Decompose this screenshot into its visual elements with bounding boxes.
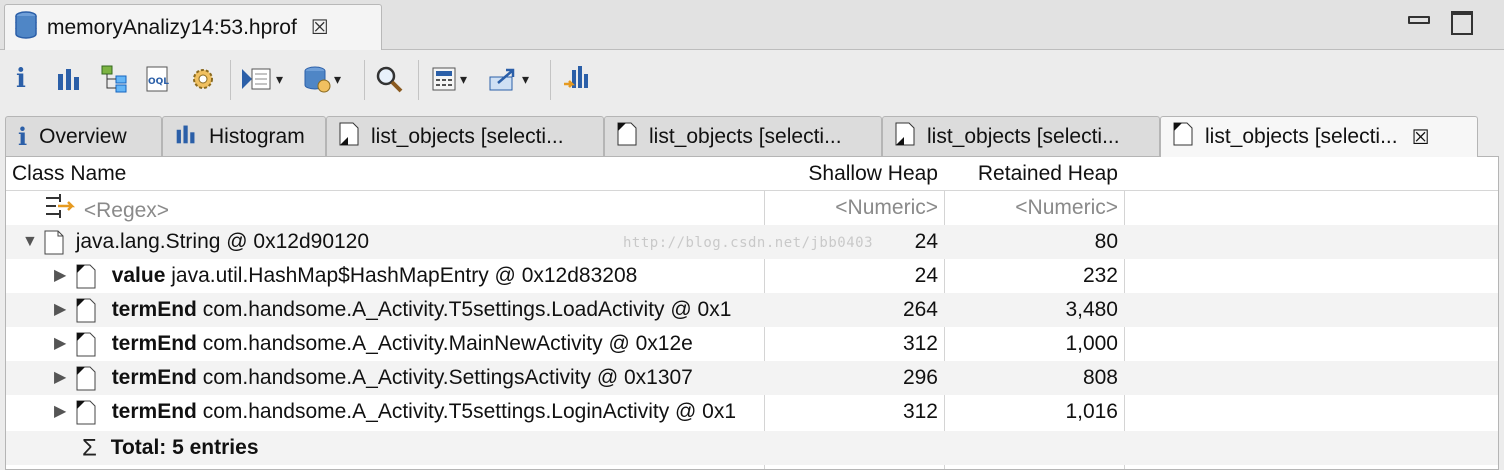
regex-filter-input[interactable]: <Regex> (84, 199, 169, 222)
table-row[interactable]: ▶ termEnd com.handsome.A_Activity.MainNe… (6, 327, 1498, 361)
field-name: termEnd (111, 400, 197, 423)
object-list-icon (895, 122, 915, 152)
object-table: Class Name Shallow Heap Retained Heap <R… (5, 156, 1499, 470)
reference-class: com.handsome.A_Activity.SettingsActivity… (202, 366, 693, 389)
expand-icon[interactable]: ▶ (54, 259, 70, 293)
collapse-icon[interactable]: ▼ (22, 225, 38, 259)
column-shallow-heap[interactable]: Shallow Heap (766, 157, 938, 191)
retained-heap-value: 1,016 (1065, 400, 1118, 423)
total-row: Σ Total: 5 entries (6, 431, 1498, 465)
shallow-heap-value: 264 (902, 298, 938, 321)
column-class-name[interactable]: Class Name (12, 157, 126, 191)
close-icon[interactable]: ☒ (1412, 125, 1430, 150)
shallow-heap-value: 296 (902, 366, 938, 389)
heap-dump-icon (13, 10, 39, 46)
editor-tab-strip: memoryAnalizy14:53.hprof ☒ (0, 0, 1504, 50)
expand-icon[interactable]: ▶ (54, 395, 70, 429)
watermark: http://blog.csdn.net/jbb0403 (623, 235, 874, 251)
reference-object-icon (76, 332, 96, 357)
object-icon (44, 230, 64, 255)
histogram-icon[interactable] (56, 64, 82, 94)
histogram-icon (175, 123, 197, 151)
info-icon: i (18, 122, 28, 151)
tab-list-objects-1[interactable]: list_objects [selecti... (326, 116, 604, 156)
tab-overview[interactable]: i Overview (5, 116, 162, 156)
retained-heap-value: 232 (1082, 264, 1118, 287)
object-list-icon (617, 122, 637, 152)
editor-tab-title: memoryAnalizy14:53.hprof (47, 15, 297, 39)
reference-class: com.handsome.A_Activity.T5settings.LoadA… (202, 298, 732, 321)
retained-heap-value: 808 (1082, 366, 1118, 389)
column-retained-heap[interactable]: Retained Heap (946, 157, 1118, 191)
filter-row: <Regex> <Numeric> <Numeric> (6, 191, 1498, 225)
reference-object-icon (76, 400, 96, 425)
field-name: termEnd (111, 332, 197, 355)
shallow-heap-value: 24 (914, 264, 938, 287)
search-icon[interactable] (374, 64, 404, 94)
table-row[interactable]: ▶ termEnd com.handsome.A_Activity.Settin… (6, 361, 1498, 395)
table-row[interactable]: ▶ termEnd com.handsome.A_Activity.T5sett… (6, 395, 1498, 429)
retained-filter-input[interactable]: <Numeric> (946, 191, 1118, 225)
reference-class: com.handsome.A_Activity.T5settings.Login… (202, 400, 737, 423)
tab-list-objects-3[interactable]: list_objects [selecti... (882, 116, 1160, 156)
toolbar: i OQL (0, 50, 1504, 110)
table-row[interactable]: ▶ termEnd com.handsome.A_Activity.T5sett… (6, 293, 1498, 327)
tab-list-objects-active[interactable]: list_objects [selecti... ☒ (1160, 116, 1478, 157)
retained-heap-value: 3,480 (1065, 298, 1118, 321)
reference-object-icon (76, 366, 96, 391)
shallow-heap-value: 312 (902, 400, 938, 423)
shallow-heap-value: 312 (902, 332, 938, 355)
reference-object-icon (76, 298, 96, 323)
object-name: java.lang.String @ 0x12d90120 (75, 230, 370, 253)
reference-object-icon (76, 264, 96, 289)
minimize-icon[interactable] (1404, 8, 1430, 34)
info-icon[interactable]: i (16, 64, 26, 94)
editor-tab-hprof[interactable]: memoryAnalizy14:53.hprof ☒ (4, 4, 382, 50)
expand-icon[interactable]: ▶ (54, 293, 70, 327)
oql-icon[interactable]: OQL (144, 64, 172, 94)
run-expert-report-icon[interactable] (240, 64, 283, 94)
calculate-retained-icon[interactable] (430, 64, 467, 94)
result-tabs: i Overview Histogram list_objects [selec… (0, 116, 1504, 157)
reference-class: java.util.HashMap$HashMapEntry @ 0x12d83… (171, 264, 638, 287)
table-row[interactable]: ▶ value java.util.HashMap$HashMapEntry @… (6, 259, 1498, 293)
heap-dump-overview-icon[interactable] (188, 64, 218, 94)
field-name: termEnd (111, 298, 197, 321)
reference-class: com.handsome.A_Activity.MainNewActivity … (202, 332, 693, 355)
field-name: value (111, 264, 166, 287)
query-browser-icon[interactable] (302, 64, 341, 94)
expand-icon[interactable]: ▶ (54, 361, 70, 395)
maximize-icon[interactable] (1448, 8, 1474, 35)
field-name: termEnd (111, 366, 197, 389)
shallow-filter-input[interactable]: <Numeric> (766, 191, 938, 225)
retained-heap-value: 1,000 (1065, 332, 1118, 355)
tab-histogram[interactable]: Histogram (162, 116, 326, 156)
table-header: Class Name Shallow Heap Retained Heap (6, 157, 1498, 191)
sigma-icon: Σ (82, 434, 97, 462)
export-icon[interactable] (488, 64, 529, 94)
dominator-tree-icon[interactable] (100, 64, 130, 94)
object-list-icon (1173, 122, 1193, 152)
expand-icon[interactable]: ▶ (54, 327, 70, 361)
total-label: Total: 5 entries (110, 436, 259, 459)
svg-text:OQL: OQL (148, 77, 169, 87)
close-icon[interactable]: ☒ (311, 15, 329, 40)
tab-list-objects-2[interactable]: list_objects [selecti... (604, 116, 882, 156)
retained-heap-value: 80 (1094, 230, 1118, 253)
group-by-icon[interactable] (562, 64, 592, 94)
filter-icon (44, 191, 78, 225)
object-list-icon (339, 122, 359, 152)
